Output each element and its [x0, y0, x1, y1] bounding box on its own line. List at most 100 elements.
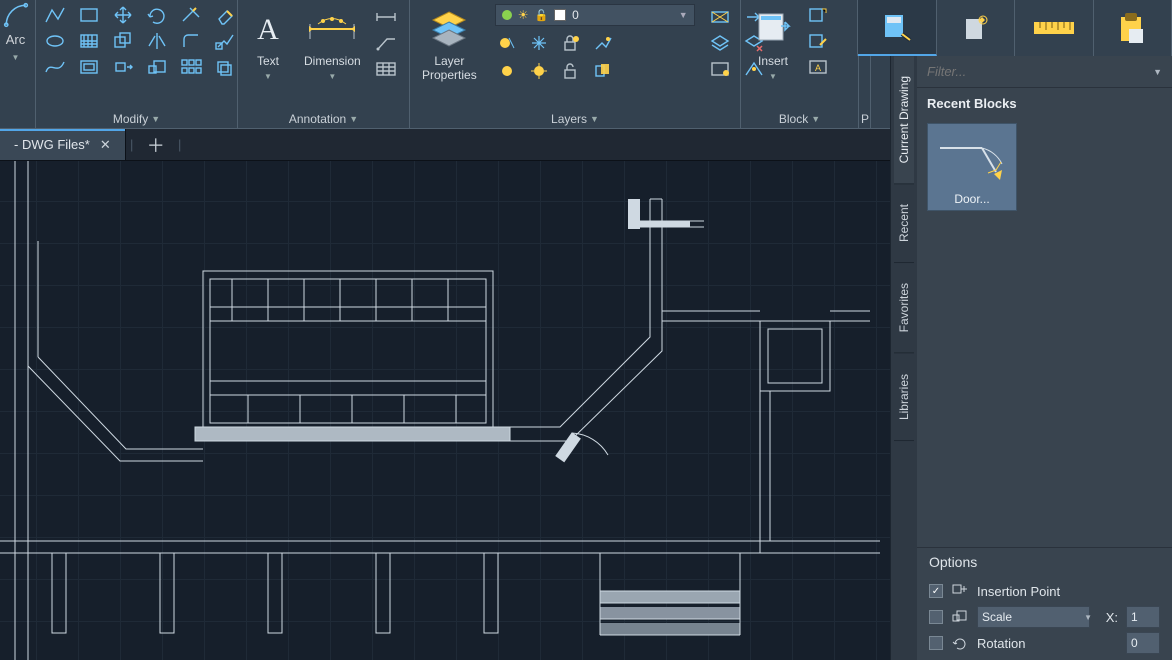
side-tab-libraries[interactable]: Libraries: [894, 354, 914, 441]
scale-select[interactable]: Scale: [977, 606, 1090, 628]
panel-title-p: P: [861, 112, 869, 126]
insert-label: Insert: [758, 54, 788, 68]
erase-icon[interactable]: [212, 4, 238, 26]
scale-x-label: X:: [1100, 610, 1118, 625]
rotation-icon: [951, 636, 969, 650]
layer-color-swatch: [554, 9, 566, 21]
mirror-icon[interactable]: [144, 30, 170, 52]
scale-x-input[interactable]: [1126, 606, 1160, 628]
palette-tab-blocks[interactable]: [858, 0, 937, 56]
panel-layers: Layer Properties ☀ 🔓 0 ▼: [410, 0, 741, 128]
layer-on2-icon[interactable]: [495, 60, 519, 82]
attribute-icon[interactable]: A: [805, 56, 831, 78]
table-icon[interactable]: [373, 58, 399, 80]
linear-dim-icon[interactable]: [373, 6, 399, 28]
layerprops-label-1: Layer: [434, 54, 464, 68]
recent-blocks-heading: Recent Blocks: [917, 88, 1172, 117]
blocks-palette: Current Drawing Recent Favorites Librari…: [890, 56, 1172, 660]
layer-combo[interactable]: ☀ 🔓 0 ▼: [495, 4, 695, 26]
rotate-icon[interactable]: [144, 4, 170, 26]
explode-icon[interactable]: [212, 30, 238, 52]
rotation-checkbox[interactable]: [929, 636, 943, 650]
layer-state-icon[interactable]: [707, 58, 733, 80]
chevron-down-icon: ▼: [811, 114, 820, 124]
stretch-icon[interactable]: [110, 56, 136, 78]
panel-modify: Modify ▼: [36, 0, 238, 128]
layer-lock-icon: 🔓: [534, 9, 548, 22]
palette-tab-measure[interactable]: [1015, 0, 1094, 56]
layer-iso2-icon[interactable]: [707, 6, 733, 28]
layer-unlock-icon[interactable]: [559, 60, 583, 82]
text-button[interactable]: A Text▼: [244, 4, 292, 84]
insertion-point-icon: [951, 584, 969, 598]
layer-thaw-icon[interactable]: [527, 60, 551, 82]
insertion-point-label: Insertion Point: [977, 584, 1060, 599]
palette-body: ▼ Recent Blocks Door... Options: [917, 56, 1172, 660]
leader-icon[interactable]: [373, 32, 399, 54]
scale-icon[interactable]: [144, 56, 170, 78]
side-tab-current[interactable]: Current Drawing: [894, 56, 914, 184]
layer-properties-button[interactable]: Layer Properties: [416, 4, 483, 82]
palette-tab-paste[interactable]: [1094, 0, 1172, 56]
dimension-button[interactable]: Dimension▼: [298, 4, 367, 84]
modify-tools-grid: [42, 4, 238, 78]
panel-title-modify[interactable]: Modify ▼: [42, 109, 231, 128]
block-thumb-list: Door...: [917, 117, 1172, 217]
array-icon[interactable]: [178, 56, 204, 78]
move-icon[interactable]: [110, 4, 136, 26]
layer-freeze2-icon[interactable]: [527, 32, 551, 54]
chevron-down-icon: ▼: [349, 114, 358, 124]
layerprops-label-2: Properties: [422, 68, 477, 82]
palette-filter: ▼: [917, 56, 1172, 88]
rotation-input[interactable]: [1126, 632, 1160, 654]
layer-iso-icon[interactable]: [591, 60, 615, 82]
offset-icon[interactable]: [212, 56, 238, 78]
insert-button[interactable]: Insert▼: [747, 4, 799, 84]
ellipse-icon[interactable]: [42, 30, 68, 52]
copy-icon[interactable]: [110, 30, 136, 52]
close-icon[interactable]: ✕: [100, 137, 111, 153]
fillet-icon[interactable]: [178, 30, 204, 52]
block-thumb-label: Door...: [954, 190, 989, 206]
door-block-icon: [933, 130, 1011, 190]
region-icon[interactable]: [76, 56, 102, 78]
spline-icon[interactable]: [42, 56, 68, 78]
scale-checkbox[interactable]: [929, 610, 943, 624]
rotation-label: Rotation: [977, 636, 1118, 651]
layer-name: 0: [572, 8, 673, 22]
side-tab-recent[interactable]: Recent: [894, 184, 914, 263]
polyline-icon[interactable]: [42, 4, 68, 26]
chevron-down-icon[interactable]: ▼: [1153, 67, 1162, 77]
chevron-down-icon: ▼: [679, 10, 688, 20]
create-block-icon[interactable]: [805, 4, 831, 26]
layer-off-icon[interactable]: [495, 32, 519, 54]
scale-icon: [951, 610, 969, 624]
hatch-icon[interactable]: [76, 30, 102, 52]
arc-icon[interactable]: [3, 4, 29, 26]
trim-icon[interactable]: [178, 4, 204, 26]
edit-block-icon[interactable]: [805, 30, 831, 52]
layer-lock2-icon[interactable]: [559, 32, 583, 54]
layer-match-icon[interactable]: [591, 32, 615, 54]
filter-input[interactable]: [927, 64, 1149, 79]
palette-tab-new[interactable]: [937, 0, 1016, 56]
panel-title-annotation[interactable]: Annotation ▼: [244, 109, 403, 128]
chevron-down-icon: ▼: [151, 114, 160, 124]
panel-annotation: A Text▼ Dimension▼: [238, 0, 410, 128]
block-thumb-door[interactable]: Door...: [927, 123, 1017, 211]
layers-stack-icon: [427, 6, 471, 50]
option-insertion-point: Insertion Point: [929, 578, 1160, 604]
dimension-label: Dimension: [304, 54, 361, 68]
new-tab-button[interactable]: ＋: [138, 129, 174, 160]
file-tab[interactable]: - DWG Files* ✕: [0, 129, 126, 160]
text-label: Text: [257, 54, 279, 68]
layer-merge-icon[interactable]: [707, 32, 733, 54]
insertion-point-checkbox[interactable]: [929, 584, 943, 598]
layer-freeze-icon: ☀: [518, 8, 529, 22]
side-tab-favorites[interactable]: Favorites: [894, 263, 914, 353]
layer-tools-row2: [495, 60, 695, 82]
panel-title-layers[interactable]: Layers ▼: [416, 109, 734, 128]
panel-title-block[interactable]: Block ▼: [747, 109, 852, 128]
rect-icon[interactable]: [76, 4, 102, 26]
chevron-down-icon[interactable]: ▼: [12, 53, 20, 62]
